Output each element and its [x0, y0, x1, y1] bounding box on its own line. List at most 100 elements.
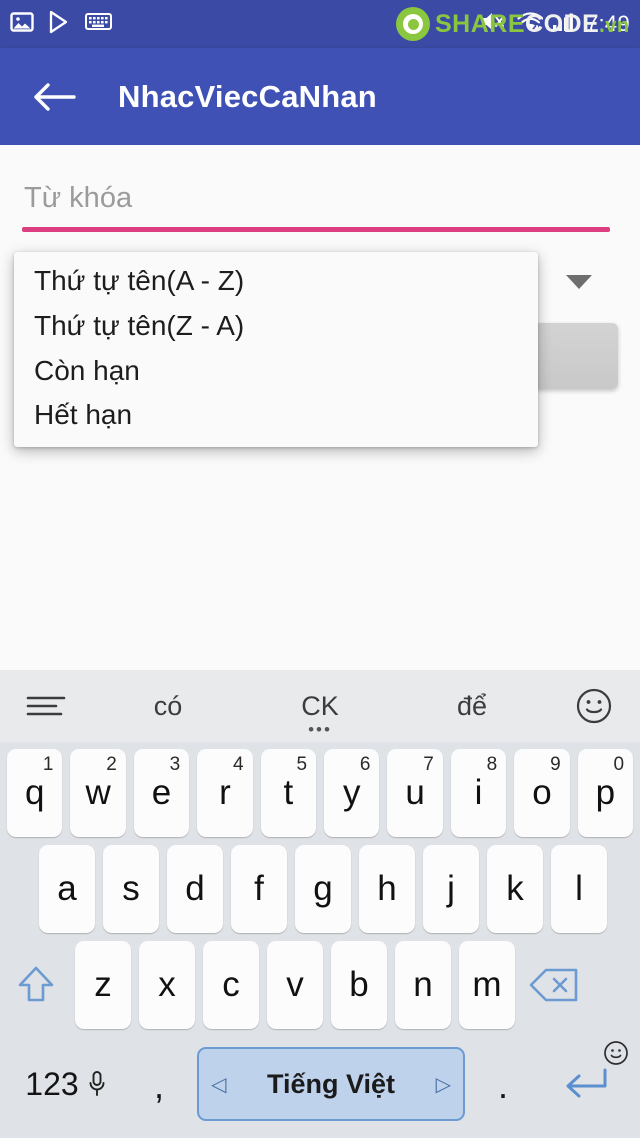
key-e[interactable]: 3e [133, 749, 190, 837]
virtual-keyboard: có CK ••• để 1q 2w 3e 4r 5t 6y 7u 8i 9o 0… [0, 670, 640, 1138]
key-x[interactable]: x [139, 941, 195, 1029]
arrow-left-icon [34, 82, 76, 111]
numeric-key[interactable]: 123 [3, 1039, 129, 1129]
key-w-label: w [85, 773, 111, 812]
suggestion-word-1[interactable]: có [92, 691, 244, 722]
back-button[interactable] [18, 61, 90, 133]
status-bar-left-icons [10, 10, 112, 39]
key-i-number: 8 [486, 754, 498, 775]
keyboard-row-4: 123 , ◁ Tiếng Việt ▷ . [0, 1032, 640, 1136]
search-field-wrapper [22, 180, 610, 232]
key-r-label: r [219, 773, 231, 812]
search-underline [22, 227, 610, 232]
shift-key[interactable] [3, 941, 69, 1029]
key-b[interactable]: b [331, 941, 387, 1029]
key-o[interactable]: 9o [514, 749, 570, 837]
key-y[interactable]: 6y [324, 749, 380, 837]
key-t[interactable]: 5t [260, 749, 317, 837]
search-input[interactable] [22, 180, 610, 227]
suggestion-bar: có CK ••• để [0, 670, 640, 742]
key-t-label: t [283, 773, 294, 812]
key-c[interactable]: c [203, 941, 259, 1029]
phone-screen: 7:49 SHARECODE.vn NhacViecCaNhan Thứ tự … [0, 0, 640, 1138]
page-title: NhacViecCaNhan [118, 78, 377, 114]
key-l[interactable]: l [551, 845, 607, 933]
chevron-down-icon[interactable] [566, 275, 592, 289]
key-i-label: i [474, 773, 483, 812]
key-o-number: 9 [550, 754, 561, 775]
key-d[interactable]: d [167, 845, 223, 933]
shift-up-icon [18, 966, 54, 1002]
key-s[interactable]: s [103, 845, 159, 933]
signal-icon [552, 10, 577, 38]
smiley-icon[interactable] [603, 1040, 629, 1071]
key-e-number: 3 [169, 754, 181, 775]
backspace-key[interactable] [521, 941, 587, 1029]
key-i[interactable]: 8i [450, 749, 507, 837]
image-icon [10, 10, 34, 39]
key-p-number: 0 [613, 754, 625, 775]
backspace-icon [529, 968, 578, 1002]
suggestion-word-3[interactable]: để [396, 691, 548, 722]
keyboard-row-2: a s d f g h j k l [0, 840, 640, 936]
space-key[interactable]: ◁ Tiếng Việt ▷ [197, 1047, 465, 1121]
key-f[interactable]: f [231, 845, 287, 933]
key-q[interactable]: 1q [7, 749, 63, 837]
status-bar: 7:49 SHARECODE.vn [0, 0, 640, 48]
play-store-icon [48, 10, 71, 39]
key-j[interactable]: j [423, 845, 479, 933]
key-n[interactable]: n [395, 941, 451, 1029]
wifi-icon [516, 10, 544, 38]
sharecode-mark-icon [396, 7, 430, 41]
keyboard-row-1: 1q 2w 3e 4r 5t 6y 7u 8i 9o 0p [0, 742, 640, 840]
key-q-number: 1 [42, 754, 54, 775]
mute-icon [480, 10, 507, 38]
key-o-label: o [532, 773, 552, 812]
dropdown-option-3[interactable]: Hết hạn [14, 393, 538, 438]
microphone-icon [89, 1071, 105, 1096]
key-e-label: e [151, 773, 172, 812]
key-m[interactable]: m [459, 941, 515, 1029]
space-key-label: Tiếng Việt [266, 1068, 396, 1099]
key-w[interactable]: 2w [70, 749, 126, 837]
suggestion-more-dots: ••• [308, 719, 332, 739]
content-area: Thứ tự tên(A - Z) Thứ tự tên(Z - A) Còn … [0, 145, 640, 788]
key-v[interactable]: v [267, 941, 323, 1029]
key-r-number: 4 [233, 754, 244, 775]
key-a[interactable]: a [39, 845, 95, 933]
enter-key[interactable] [533, 1038, 637, 1130]
sort-dropdown-popup[interactable]: Thứ tự tên(A - Z) Thứ tự tên(Z - A) Còn … [14, 252, 538, 448]
keyboard-icon [85, 12, 112, 36]
dropdown-option-1[interactable]: Thứ tự tên(Z - A) [14, 304, 538, 349]
key-k[interactable]: k [487, 845, 543, 933]
key-u[interactable]: 7u [387, 749, 443, 837]
suggestion-word-1-label: có [153, 690, 183, 721]
key-z[interactable]: z [75, 941, 131, 1029]
key-g[interactable]: g [295, 845, 351, 933]
dropdown-option-2[interactable]: Còn hạn [14, 349, 538, 394]
suggestion-word-2-label: CK [301, 690, 339, 721]
space-prev-language-arrow[interactable]: ◁ [211, 1072, 226, 1097]
suggestion-word-3-label: để [456, 690, 488, 721]
key-p[interactable]: 0p [577, 749, 634, 837]
comma-key[interactable]: , [129, 1039, 189, 1129]
smiley-icon[interactable] [548, 687, 640, 725]
key-w-number: 2 [106, 754, 117, 775]
period-key[interactable]: . [473, 1039, 533, 1129]
app-bar: NhacViecCaNhan [0, 48, 640, 145]
key-p-label: p [595, 773, 616, 812]
key-t-number: 5 [296, 754, 308, 775]
key-u-label: u [405, 773, 425, 812]
key-u-number: 7 [423, 754, 434, 775]
numeric-key-label: 123 [25, 1065, 79, 1102]
keyboard-row-3: z x c v b n m [0, 936, 640, 1032]
status-bar-clock: 7:49 [585, 11, 630, 36]
status-bar-right-icons: 7:49 [480, 10, 630, 38]
space-next-language-arrow[interactable]: ▷ [436, 1072, 451, 1097]
key-r[interactable]: 4r [197, 749, 253, 837]
suggestion-word-2[interactable]: CK ••• [244, 690, 396, 738]
key-h[interactable]: h [359, 845, 415, 933]
key-q-label: q [24, 773, 45, 812]
menu-icon[interactable] [0, 693, 92, 719]
dropdown-option-0[interactable]: Thứ tự tên(A - Z) [14, 259, 538, 304]
